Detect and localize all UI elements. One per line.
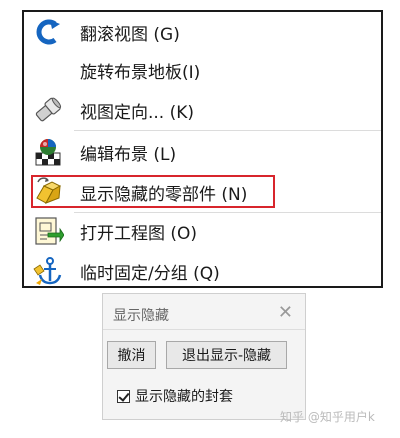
open-drawing-icon	[30, 213, 66, 249]
watermark: 知乎 @知乎用户k	[280, 410, 375, 424]
context-menu: 翻滚视图 (G) 旋转布景地板(I) 视图定向... (K) 编辑布景 (L) …	[22, 10, 383, 288]
menu-item-rotate-scene-floor[interactable]: 旋转布景地板(I)	[24, 52, 381, 88]
edit-scene-icon	[30, 134, 66, 170]
checkbox-label: 显示隐藏的封套	[135, 389, 233, 405]
close-icon[interactable]: ✕	[278, 302, 293, 323]
menu-item-edit-scene[interactable]: 编辑布景 (L)	[24, 134, 381, 170]
dialog-title: 显示隐藏	[113, 308, 169, 324]
show-hidden-envelope-option[interactable]: 显示隐藏的封套	[117, 386, 233, 406]
menu-item-label: 翻滚视图 (G)	[80, 24, 180, 45]
dialog-title-separator	[103, 329, 305, 330]
menu-item-label: 视图定向... (K)	[80, 102, 195, 123]
menu-item-view-orientation[interactable]: 视图定向... (K)	[24, 92, 381, 128]
menu-item-open-drawing[interactable]: 打开工程图 (O)	[24, 213, 381, 249]
temp-fix-group-icon	[30, 253, 66, 289]
menu-item-label: 旋转布景地板(I)	[80, 62, 201, 83]
cancel-button[interactable]: 撤消	[107, 341, 156, 369]
highlight-box	[31, 175, 275, 208]
show-hidden-envelope-checkbox[interactable]	[117, 389, 130, 403]
exit-show-hidden-button[interactable]: 退出显示-隐藏	[166, 341, 287, 369]
menu-item-label: 编辑布景 (L)	[80, 144, 177, 165]
menu-item-label: 临时固定/分组 (Q)	[80, 263, 220, 284]
view-orientation-icon	[30, 92, 66, 128]
rotate-view-icon	[30, 14, 66, 50]
menu-item-label: 打开工程图 (O)	[80, 223, 198, 244]
show-hidden-dialog: 显示隐藏 ✕ 撤消 退出显示-隐藏 显示隐藏的封套	[102, 293, 306, 420]
menu-separator	[74, 130, 381, 131]
menu-item-temp-fix-group[interactable]: 临时固定/分组 (Q)	[24, 253, 381, 289]
menu-item-rotate-view[interactable]: 翻滚视图 (G)	[24, 14, 381, 50]
